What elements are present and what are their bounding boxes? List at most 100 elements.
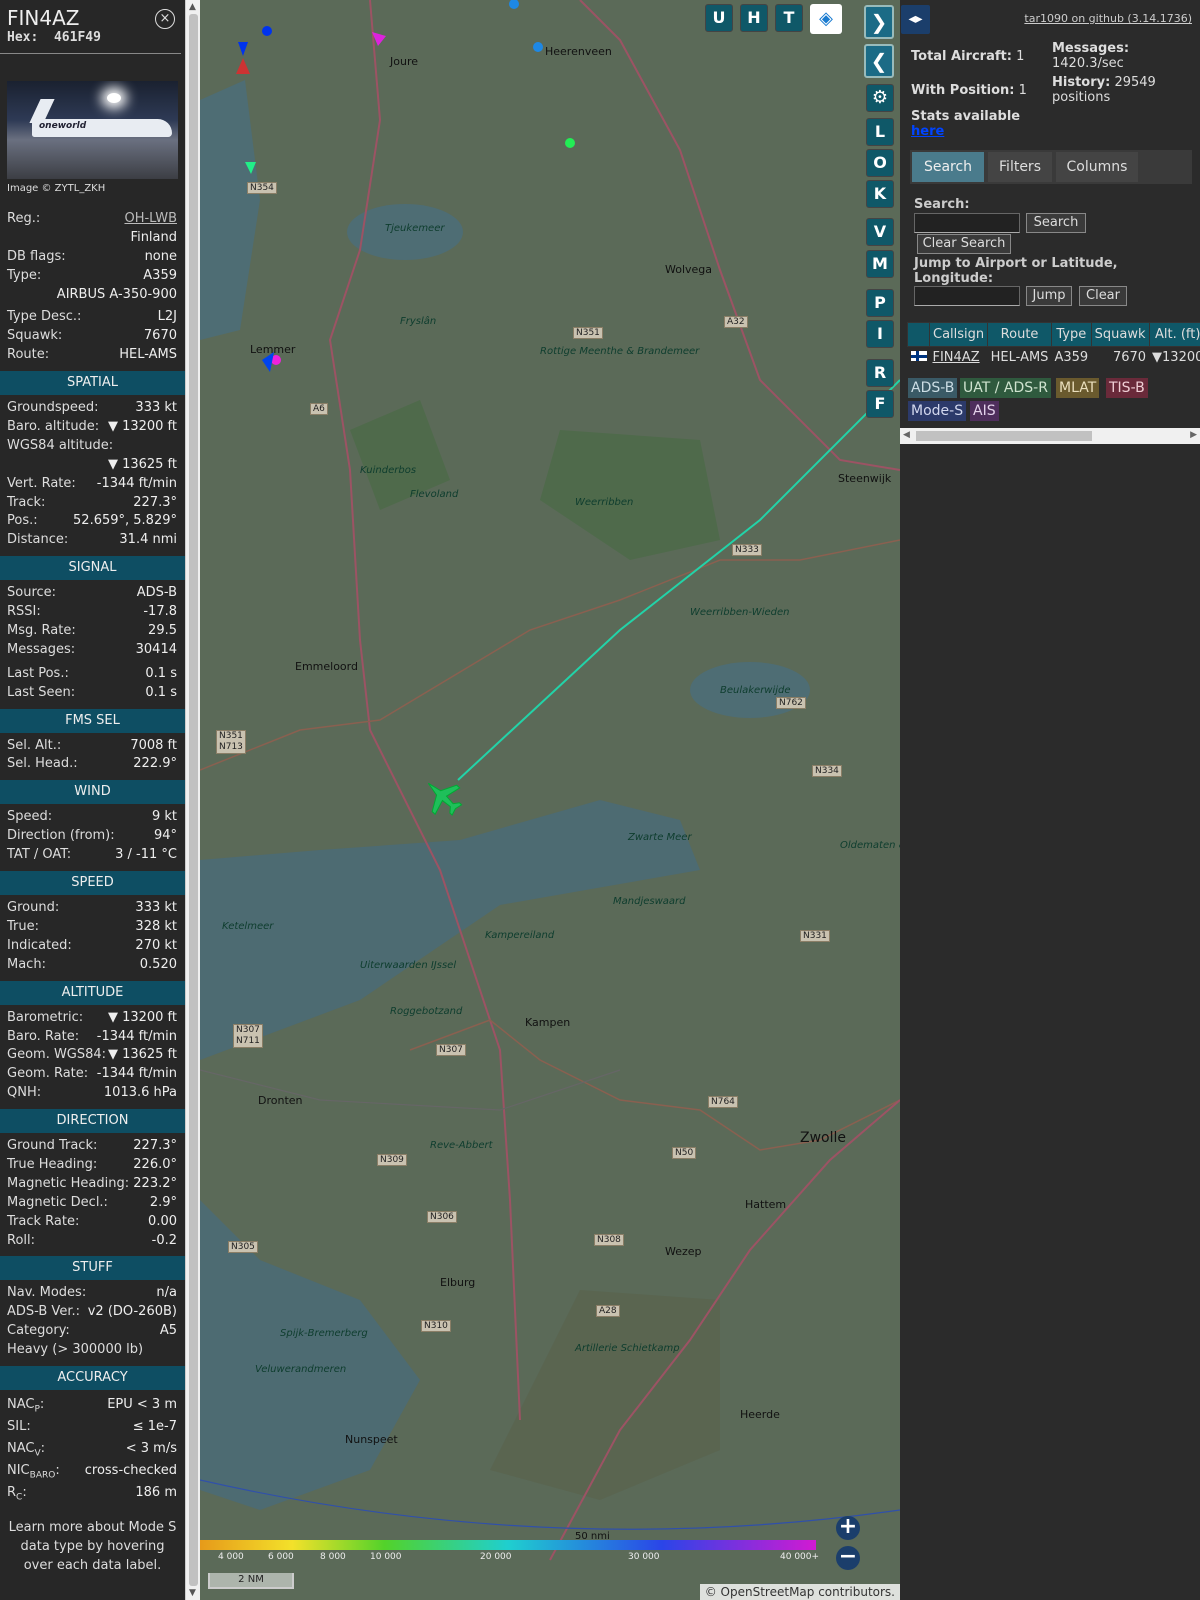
- zoom-out-button[interactable]: −: [836, 1546, 860, 1570]
- total-aircraft-value: 1: [1016, 49, 1025, 64]
- registration-link[interactable]: OH-LWB: [124, 210, 177, 229]
- row-type: A359: [1054, 350, 1089, 366]
- ground-track-row: Ground Track: 227.3°: [0, 1137, 185, 1156]
- baro-rate-row: Baro. Rate: -1344 ft/min: [0, 1028, 185, 1047]
- map-attribution[interactable]: © OpenStreetMap contributors.: [699, 1584, 900, 1600]
- map-button-t[interactable]: T: [775, 4, 803, 32]
- aircraft-marker-2[interactable]: [509, 0, 519, 9]
- dbflags-value: none: [144, 248, 177, 264]
- source-badge-adsb[interactable]: ADS-B: [908, 378, 958, 398]
- qnh-row: QNH: 1013.6 hPa: [0, 1084, 185, 1103]
- source-badge-uat[interactable]: UAT / ADS-R: [960, 378, 1051, 398]
- map-button-h[interactable]: H: [740, 4, 768, 32]
- source-badge-modes[interactable]: Mode-S: [908, 401, 967, 421]
- hscroll-right-icon[interactable]: ▶: [1190, 430, 1197, 440]
- place-label: Rottige Meenthe & Brandemeer: [540, 346, 700, 357]
- country-row: Finland: [0, 229, 185, 248]
- clear-button[interactable]: Clear: [1079, 286, 1127, 306]
- place-label: Weerribben: [575, 497, 634, 508]
- col-type[interactable]: Type: [1050, 322, 1092, 347]
- clear-search-button[interactable]: Clear Search: [917, 234, 1011, 254]
- side-button-r[interactable]: R: [866, 359, 894, 387]
- aircraft-marker-3[interactable]: [533, 42, 543, 52]
- aircraft-marker-4[interactable]: [565, 138, 575, 148]
- source-badge-ais[interactable]: AIS: [970, 401, 999, 421]
- squawk-label: Squawk:: [7, 328, 63, 344]
- callsign-title: FIN4AZ: [7, 6, 80, 30]
- source-badge-tisb[interactable]: TIS-B: [1106, 378, 1148, 398]
- lastpos-row: Last Pos.: 0.1 s: [0, 665, 185, 684]
- lastseen-label: Last Seen:: [7, 684, 76, 700]
- side-button-m[interactable]: M: [866, 250, 894, 278]
- stats-link[interactable]: here: [911, 124, 944, 139]
- map-canvas[interactable]: Joure Heerenveen Wolvega Lemmer Steenwijk Emm…: [200, 0, 900, 1600]
- side-button-k[interactable]: K: [866, 180, 894, 208]
- aircraft-photo[interactable]: oneworld: [7, 81, 178, 179]
- layers-icon[interactable]: ◈: [810, 4, 842, 34]
- tab-search[interactable]: Search: [912, 152, 984, 182]
- hscroll-thumb[interactable]: [916, 431, 1092, 441]
- col-callsign[interactable]: Callsign: [928, 322, 989, 347]
- wgs-alt-label-row: WGS84 altitude:: [0, 437, 185, 456]
- col-squawk[interactable]: Squawk: [1090, 322, 1150, 347]
- scroll-up-icon[interactable]: ▲: [189, 2, 196, 12]
- barometric-label: Barometric:: [7, 1009, 84, 1025]
- panel-toggle-icon[interactable]: ◂▸: [901, 5, 930, 34]
- aircraft-marker-1[interactable]: [262, 26, 272, 36]
- section-direction: DIRECTION: [0, 1109, 185, 1134]
- mag-heading-label: Magnetic Heading:: [7, 1175, 130, 1191]
- side-button-i[interactable]: I: [866, 320, 894, 348]
- aircraft-marker-6[interactable]: [238, 42, 248, 56]
- rssi-value: -17.8: [143, 604, 177, 620]
- nav-modes-row: Nav. Modes: n/a: [0, 1284, 185, 1303]
- true-speed-value: 328 kt: [135, 918, 177, 934]
- ias-row: Indicated: 270 kt: [0, 937, 185, 956]
- source-badge-mlat[interactable]: MLAT: [1056, 378, 1100, 398]
- scroll-down-icon[interactable]: ▼: [189, 1588, 196, 1598]
- search-button[interactable]: Search: [1026, 213, 1086, 233]
- search-label: Search:: [914, 197, 970, 212]
- side-button-f[interactable]: F: [866, 390, 894, 418]
- tab-filters[interactable]: Filters: [988, 152, 1052, 182]
- settings-gear-icon[interactable]: ⚙: [866, 84, 894, 112]
- geom-rate-label: Geom. Rate:: [7, 1066, 89, 1082]
- road-label: N309: [377, 1154, 407, 1166]
- hscroll-left-icon[interactable]: ◀: [903, 430, 910, 440]
- road-label: N333: [732, 544, 762, 556]
- info-scrollbar[interactable]: ▲ ▼: [185, 0, 200, 1600]
- jump-input[interactable]: [914, 286, 1020, 306]
- side-button-o[interactable]: O: [866, 149, 894, 177]
- category-desc-row: Heavy (> 300000 lb): [0, 1341, 185, 1360]
- messages-value: 30414: [135, 641, 177, 657]
- row-callsign[interactable]: FIN4AZ: [930, 347, 988, 369]
- lake-ketelmeer: [200, 800, 700, 1060]
- reg-row: Reg.: OH-LWB: [0, 210, 185, 229]
- map-button-u[interactable]: U: [705, 4, 733, 32]
- table-hscrollbar[interactable]: ◀ ▶: [900, 428, 1200, 444]
- scroll-thumb[interactable]: [189, 14, 198, 1586]
- place-label: Mandjeswaard: [613, 896, 686, 907]
- aircraft-marker-7[interactable]: [236, 58, 250, 74]
- github-link[interactable]: tar1090 on github (3.14.1736): [1024, 12, 1192, 25]
- col-altitude[interactable]: Alt. (ft): [1148, 322, 1200, 347]
- jump-button[interactable]: Jump: [1026, 286, 1072, 306]
- messages-row: Messages: 30414: [0, 641, 185, 660]
- close-icon[interactable]: ×: [155, 9, 175, 29]
- zoom-in-button[interactable]: +: [836, 1516, 860, 1540]
- place-label: Kampen: [525, 1016, 571, 1029]
- side-button-l[interactable]: L: [866, 118, 894, 146]
- table-row[interactable]: FIN4AZ HEL-AMS A359 7670 ▼13200: [908, 347, 1200, 369]
- side-button-v[interactable]: V: [866, 218, 894, 246]
- side-button-p[interactable]: P: [866, 289, 894, 317]
- search-input[interactable]: [914, 213, 1020, 233]
- tab-columns[interactable]: Columns: [1056, 152, 1138, 182]
- expand-right-icon[interactable]: ❯: [864, 5, 894, 39]
- col-flag[interactable]: [907, 322, 930, 347]
- scale-label-10000: 10 000: [370, 1552, 402, 1562]
- messages-stat-label: Messages:: [1052, 41, 1130, 56]
- finland-flag-icon: [908, 347, 930, 369]
- collapse-left-icon[interactable]: ❮: [864, 44, 894, 78]
- road-a32: [579, 0, 900, 471]
- col-route[interactable]: Route: [987, 322, 1052, 347]
- lastseen-row: Last Seen: 0.1 s: [0, 684, 185, 703]
